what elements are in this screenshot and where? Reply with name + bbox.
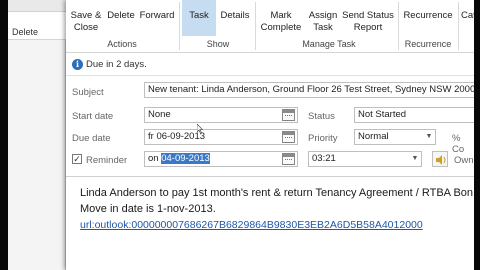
ribbon-separator — [179, 2, 180, 50]
chevron-down-icon[interactable]: ▼ — [424, 130, 434, 144]
priority-label: Priority — [308, 133, 338, 144]
info-icon: i — [72, 59, 83, 70]
mark-complete-button[interactable]: Mark Complete — [258, 10, 304, 34]
delete-group-label: Delete — [12, 27, 39, 37]
screen-edge-left — [0, 0, 8, 270]
reminder-date-selection: 04-09-2013 — [161, 153, 210, 164]
show-group-label: Show — [206, 39, 230, 49]
save-close-button[interactable]: Save & Close — [68, 10, 104, 34]
main-window-partial: Delete — [8, 0, 66, 270]
status-select[interactable]: Not Started — [354, 107, 474, 123]
assign-task-button[interactable]: Assign Task — [306, 10, 340, 34]
owner-label-partial: Own — [454, 155, 474, 166]
reminder-date-prefix: on — [148, 153, 162, 164]
task-window: Save & Close Delete Forward Actions Task… — [66, 0, 476, 270]
reminder-label: Reminder — [86, 155, 128, 166]
recurrence-button[interactable]: Recurrence — [400, 10, 456, 22]
subject-label: Subject — [72, 87, 104, 98]
reminder-date-input[interactable]: on 04-09-2013 — [144, 151, 298, 167]
start-date-input[interactable]: None — [144, 107, 298, 123]
speaker-icon[interactable] — [432, 151, 448, 167]
forward-button[interactable]: Forward — [138, 10, 176, 22]
due-info-text: Due in 2 days. — [86, 59, 147, 70]
manage-task-group-label: Manage Task — [302, 39, 356, 49]
start-date-label: Start date — [72, 111, 114, 122]
status-label: Status — [308, 111, 335, 122]
actions-group-label: Actions — [107, 39, 137, 49]
due-date-label: Due date — [72, 133, 111, 144]
details-button[interactable]: Details — [218, 10, 252, 22]
calendar-icon[interactable] — [282, 131, 295, 143]
ribbon: Save & Close Delete Forward Actions Task… — [66, 0, 476, 53]
calendar-icon[interactable] — [282, 109, 295, 121]
notes-line: Linda Anderson to pay 1st month's rent &… — [80, 187, 474, 199]
ribbon-separator — [255, 2, 256, 50]
send-status-report-button[interactable]: Send Status Report — [341, 10, 395, 34]
delete-button[interactable]: Delete — [105, 10, 137, 22]
main-ribbon-partial: Delete — [8, 0, 66, 40]
notes-line: Move in date is 1-nov-2013. — [80, 203, 216, 215]
outlook-link[interactable]: url:outlook:000000007686267B6829864B9830… — [80, 219, 423, 231]
main-ribbon-button-partial[interactable] — [8, 0, 66, 12]
screen-edge-right — [474, 0, 480, 270]
recurrence-group-label: Recurrence — [404, 39, 452, 49]
mouse-cursor-icon — [197, 124, 203, 134]
reminder-checkbox[interactable]: ✓ — [72, 154, 82, 164]
reminder-time-select[interactable]: 03:21 — [308, 151, 422, 167]
due-date-input[interactable]: fr 06-09-2013 — [144, 129, 298, 145]
percent-complete-label-partial: % Co — [452, 133, 465, 155]
ribbon-separator — [458, 2, 459, 50]
task-button[interactable]: Task — [182, 0, 216, 36]
calendar-icon[interactable] — [282, 153, 295, 165]
ribbon-separator — [398, 2, 399, 50]
chevron-down-icon[interactable]: ▼ — [410, 152, 420, 166]
notes-body[interactable]: Linda Anderson to pay 1st month's rent &… — [66, 176, 474, 270]
subject-input[interactable]: New tenant: Linda Anderson, Ground Floor… — [144, 82, 474, 98]
